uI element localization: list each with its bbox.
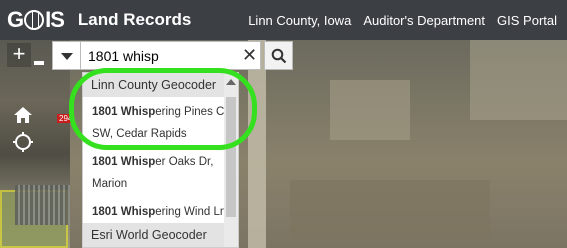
scroll-up-icon[interactable] bbox=[226, 79, 236, 85]
gis-logo[interactable]: G IS bbox=[7, 7, 65, 33]
search-icon bbox=[271, 48, 287, 64]
suggestion-item[interactable]: 1801 Whisper Oaks Dr, Marion bbox=[83, 147, 238, 197]
home-button[interactable] bbox=[12, 104, 34, 126]
clear-search-button[interactable]: ✕ bbox=[239, 41, 261, 70]
nav-link-linn-county[interactable]: Linn County, Iowa bbox=[248, 13, 351, 28]
locate-icon bbox=[13, 132, 33, 152]
home-icon bbox=[14, 107, 32, 123]
search-input[interactable] bbox=[81, 41, 239, 70]
nav-link-auditors-department[interactable]: Auditor's Department bbox=[363, 13, 485, 28]
map-parking-lot bbox=[15, 185, 70, 225]
zoom-out-button[interactable] bbox=[34, 61, 44, 65]
suggestion-group-header: Linn County Geocoder bbox=[83, 73, 238, 97]
search-bar: ✕ bbox=[52, 41, 293, 70]
suggestions-scrollbar[interactable] bbox=[224, 73, 238, 247]
suggestion-match: 1801 Whisp bbox=[92, 156, 156, 168]
nav-link-gis-portal[interactable]: GIS Portal bbox=[497, 13, 557, 28]
map-road bbox=[248, 40, 266, 248]
zoom-in-button[interactable]: + bbox=[7, 43, 31, 67]
search-button[interactable] bbox=[264, 41, 293, 70]
locate-button[interactable] bbox=[13, 132, 33, 152]
map-field bbox=[290, 180, 490, 240]
suggestion-match: 1801 Whisp bbox=[92, 206, 156, 218]
header-nav: Linn County, Iowa Auditor's Department G… bbox=[248, 13, 557, 28]
close-icon: ✕ bbox=[241, 45, 258, 65]
logo-letter: G bbox=[7, 7, 24, 32]
suggestion-match: 1801 Whisp bbox=[92, 106, 156, 118]
logo-letters: IS bbox=[45, 7, 65, 32]
suggestion-item[interactable]: 1801 Whispering Pines Ct SW, Cedar Rapid… bbox=[83, 97, 238, 147]
scrollbar-thumb[interactable] bbox=[226, 97, 236, 217]
app-title: Land Records bbox=[77, 10, 192, 29]
suggestion-group-header: Esri World Geocoder bbox=[83, 223, 238, 247]
road-shield: 294 bbox=[57, 114, 75, 123]
globe-icon bbox=[24, 10, 45, 30]
map-lot bbox=[330, 80, 410, 140]
suggestions-dropdown: Linn County Geocoder 1801 Whispering Pin… bbox=[82, 72, 239, 248]
app-header: G IS Land Records Linn County, Iowa Audi… bbox=[0, 0, 567, 40]
search-source-dropdown[interactable] bbox=[52, 41, 81, 70]
map-lot bbox=[470, 40, 567, 120]
